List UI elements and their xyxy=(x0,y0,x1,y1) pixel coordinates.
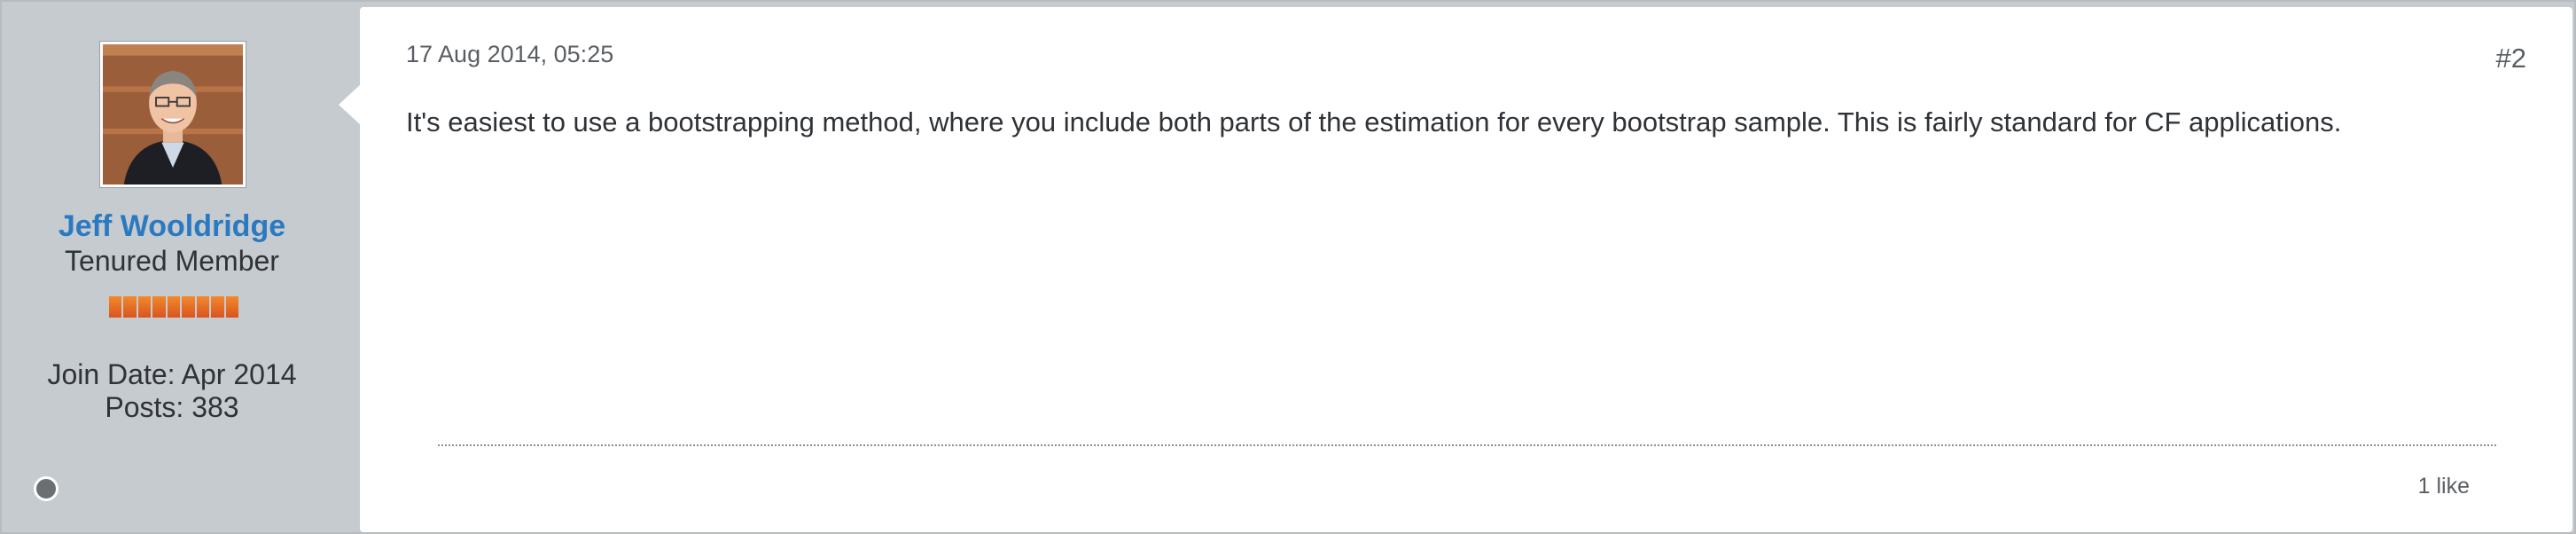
post-content: 17 Aug 2014, 05:25 #2 It's easiest to us… xyxy=(360,7,2572,532)
forum-post: Jeff Wooldridge Tenured Member Join Date… xyxy=(0,0,2576,534)
rank-bar-segment xyxy=(123,296,137,318)
post-permalink[interactable]: #2 xyxy=(2496,43,2526,75)
rank-bar-segment xyxy=(196,296,210,318)
post-date: 17 Aug 2014, 05:25 xyxy=(406,41,614,67)
post-count: Posts: 383 xyxy=(105,391,239,423)
author-sidebar: Jeff Wooldridge Tenured Member Join Date… xyxy=(4,4,358,532)
rank-bar-segment xyxy=(109,296,122,318)
join-date: Join Date: Apr 2014 xyxy=(47,358,297,390)
rank-bar-segment xyxy=(211,296,224,318)
author-usertitle: Tenured Member xyxy=(65,245,279,277)
author-name-link[interactable]: Jeff Wooldridge xyxy=(4,209,340,244)
rank-bar xyxy=(109,296,238,318)
rank-bar-segment xyxy=(152,296,166,318)
avatar-photo-icon xyxy=(103,44,243,185)
post-divider xyxy=(438,444,2496,446)
post-body: It's easiest to use a bootstrapping meth… xyxy=(406,106,2342,137)
rank-bar-segment xyxy=(225,296,238,318)
speech-arrow xyxy=(339,83,362,126)
rank-bar-segment xyxy=(137,296,152,318)
like-count[interactable]: 1 like xyxy=(2418,474,2470,499)
rank-bar-segment xyxy=(182,296,195,318)
offline-status-icon xyxy=(34,476,59,501)
author-avatar[interactable] xyxy=(100,42,246,187)
rank-bar-segment xyxy=(167,296,181,318)
